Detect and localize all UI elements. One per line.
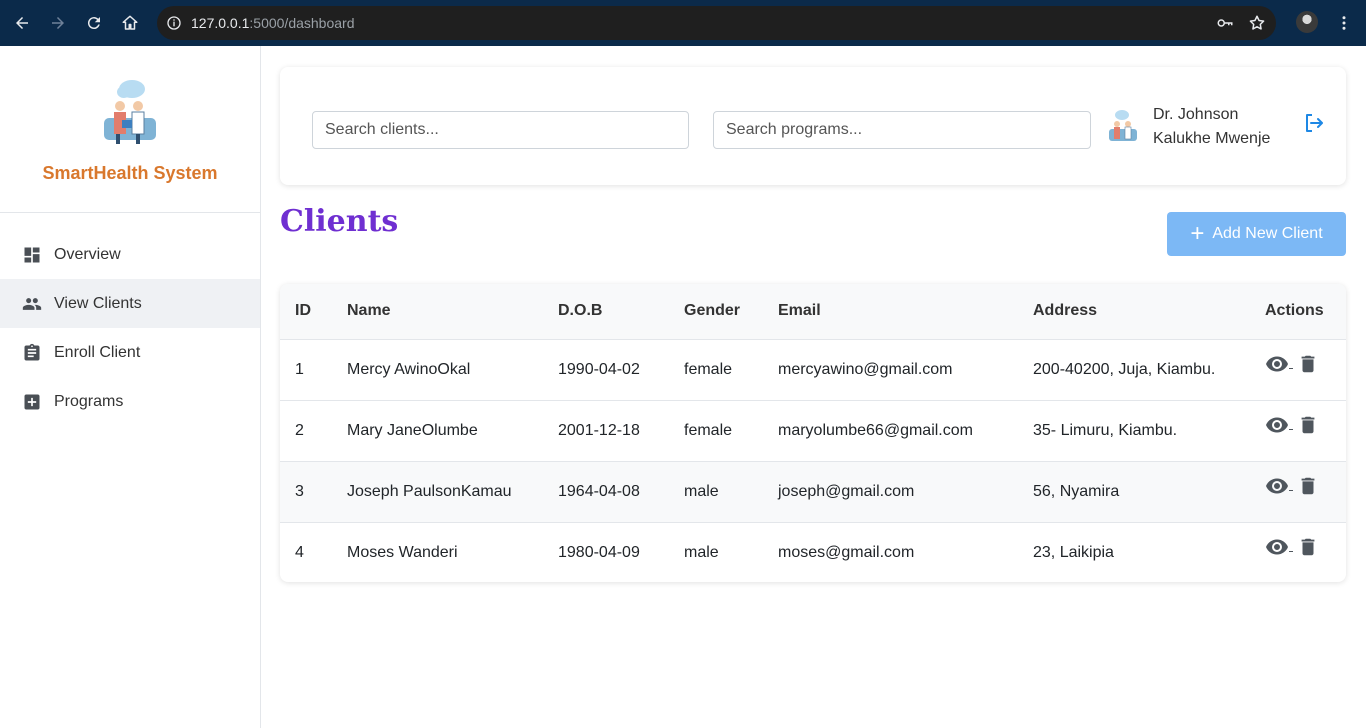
cell-dob: 2001-12-18 (558, 421, 640, 439)
view-eye-icon[interactable] (1265, 535, 1289, 559)
doctor-avatar (1109, 110, 1137, 141)
column-header-name: Name (347, 284, 558, 340)
sidebar-item-label: Overview (54, 245, 121, 263)
clients-table-card: ID Name D.O.B Gender Email Address Actio… (280, 284, 1346, 582)
cell-email: joseph@gmail.com (778, 482, 915, 500)
table-header-row: ID Name D.O.B Gender Email Address Actio… (280, 284, 1346, 340)
table-row: 2 Mary JaneOlumbe 2001-12-18 female mary… (280, 400, 1346, 461)
doctor-name-line2: Kalukhe Mwenje (1153, 130, 1271, 147)
home-icon[interactable] (112, 5, 148, 41)
add-new-client-button[interactable]: + Add New Client (1167, 212, 1346, 256)
cell-gender: female (684, 360, 733, 378)
sidebar-item-view-clients[interactable]: View Clients (0, 279, 260, 328)
cell-dob: 1964-04-08 (558, 482, 640, 500)
cell-name: Moses Wanderi (347, 543, 458, 561)
column-header-id: ID (280, 284, 347, 340)
cell-id: 2 (295, 421, 304, 439)
browser-menu-icon[interactable] (1334, 11, 1354, 35)
cell-id: 1 (295, 360, 304, 378)
delete-trash-icon[interactable] (1297, 475, 1319, 497)
cell-actions (1265, 522, 1346, 582)
clipboard-icon (22, 343, 42, 363)
sidebar-item-enroll-client[interactable]: Enroll Client (0, 328, 260, 377)
cell-name: Joseph PaulsonKamau (347, 482, 512, 500)
sidebar-item-label: Enroll Client (54, 343, 141, 361)
sidebar-item-label: View Clients (54, 294, 142, 312)
cell-name: Mercy AwinoOkal (347, 360, 471, 378)
bookmark-star-icon[interactable] (1246, 12, 1268, 34)
view-eye-icon[interactable] (1265, 474, 1289, 498)
logo-illustration-icon (104, 80, 156, 144)
sidebar: SmartHealth System Overview View Clients… (0, 46, 261, 728)
cell-dob: 1980-04-09 (558, 543, 640, 561)
cell-dob: 1990-04-02 (558, 360, 640, 378)
cell-id: 3 (295, 482, 304, 500)
column-header-actions: Actions (1265, 284, 1346, 340)
cell-gender: female (684, 421, 733, 439)
delete-trash-icon[interactable] (1297, 353, 1319, 375)
column-header-gender: Gender (684, 284, 778, 340)
password-key-icon[interactable] (1214, 12, 1236, 34)
plus-icon: + (1190, 220, 1205, 247)
table-row: 1 Mercy AwinoOkal 1990-04-02 female merc… (280, 339, 1346, 400)
delete-trash-icon[interactable] (1297, 536, 1319, 558)
reload-icon[interactable] (76, 5, 112, 41)
sidebar-nav: Overview View Clients Enroll Client Prog… (0, 213, 260, 426)
search-clients-input[interactable] (312, 111, 689, 149)
column-header-address: Address (1033, 284, 1265, 340)
cell-email: maryolumbe66@gmail.com (778, 421, 973, 439)
cell-address: 23, Laikipia (1033, 543, 1114, 561)
view-eye-icon[interactable] (1265, 352, 1289, 376)
cell-id: 4 (295, 543, 304, 561)
view-eye-icon[interactable] (1265, 413, 1289, 437)
forward-icon[interactable] (40, 5, 76, 41)
back-icon[interactable] (4, 5, 40, 41)
browser-toolbar: 127.0.0.1:5000/dashboard (0, 0, 1366, 46)
people-icon (22, 294, 42, 314)
column-header-email: Email (778, 284, 1033, 340)
cell-actions (1265, 339, 1346, 400)
sidebar-header: SmartHealth System (0, 46, 260, 213)
top-bar: Dr. Johnson Kalukhe Mwenje (280, 67, 1346, 185)
cell-email: moses@gmail.com (778, 543, 915, 561)
delete-trash-icon[interactable] (1297, 414, 1319, 436)
clients-table: ID Name D.O.B Gender Email Address Actio… (280, 284, 1346, 582)
cell-gender: male (684, 482, 719, 500)
column-header-dob: D.O.B (558, 284, 684, 340)
cell-actions (1265, 461, 1346, 522)
medical-plus-icon (22, 392, 42, 412)
cell-gender: male (684, 543, 719, 561)
url-path: :5000/dashboard (249, 15, 355, 31)
url-text: 127.0.0.1:5000/dashboard (191, 15, 354, 31)
brand-name: SmartHealth System (42, 163, 218, 183)
sidebar-item-label: Programs (54, 392, 124, 410)
profile-avatar-icon[interactable] (1296, 11, 1318, 33)
doctor-name-line1: Dr. Johnson (1153, 106, 1239, 123)
logout-icon[interactable] (1302, 111, 1326, 135)
cell-address: 35- Limuru, Kiambu. (1033, 421, 1178, 439)
search-programs-input[interactable] (713, 111, 1091, 149)
url-host: 127.0.0.1 (191, 15, 250, 31)
add-new-client-label: Add New Client (1212, 225, 1323, 242)
cell-address: 200-40200, Juja, Kiambu. (1033, 360, 1216, 378)
address-bar[interactable]: 127.0.0.1:5000/dashboard (157, 6, 1276, 40)
table-row: 3 Joseph PaulsonKamau 1964-04-08 male jo… (280, 461, 1346, 522)
sidebar-item-programs[interactable]: Programs (0, 377, 260, 426)
page-title: Clients (280, 204, 399, 239)
site-info-icon[interactable] (157, 6, 191, 40)
cell-email: mercyawino@gmail.com (778, 360, 953, 378)
cell-actions (1265, 400, 1346, 461)
dashboard-icon (22, 245, 42, 265)
cell-name: Mary JaneOlumbe (347, 421, 478, 439)
doctor-name: Dr. Johnson Kalukhe Mwenje (1153, 103, 1293, 151)
cell-address: 56, Nyamira (1033, 482, 1120, 500)
sidebar-item-overview[interactable]: Overview (0, 230, 260, 279)
table-row: 4 Moses Wanderi 1980-04-09 male moses@gm… (280, 522, 1346, 582)
